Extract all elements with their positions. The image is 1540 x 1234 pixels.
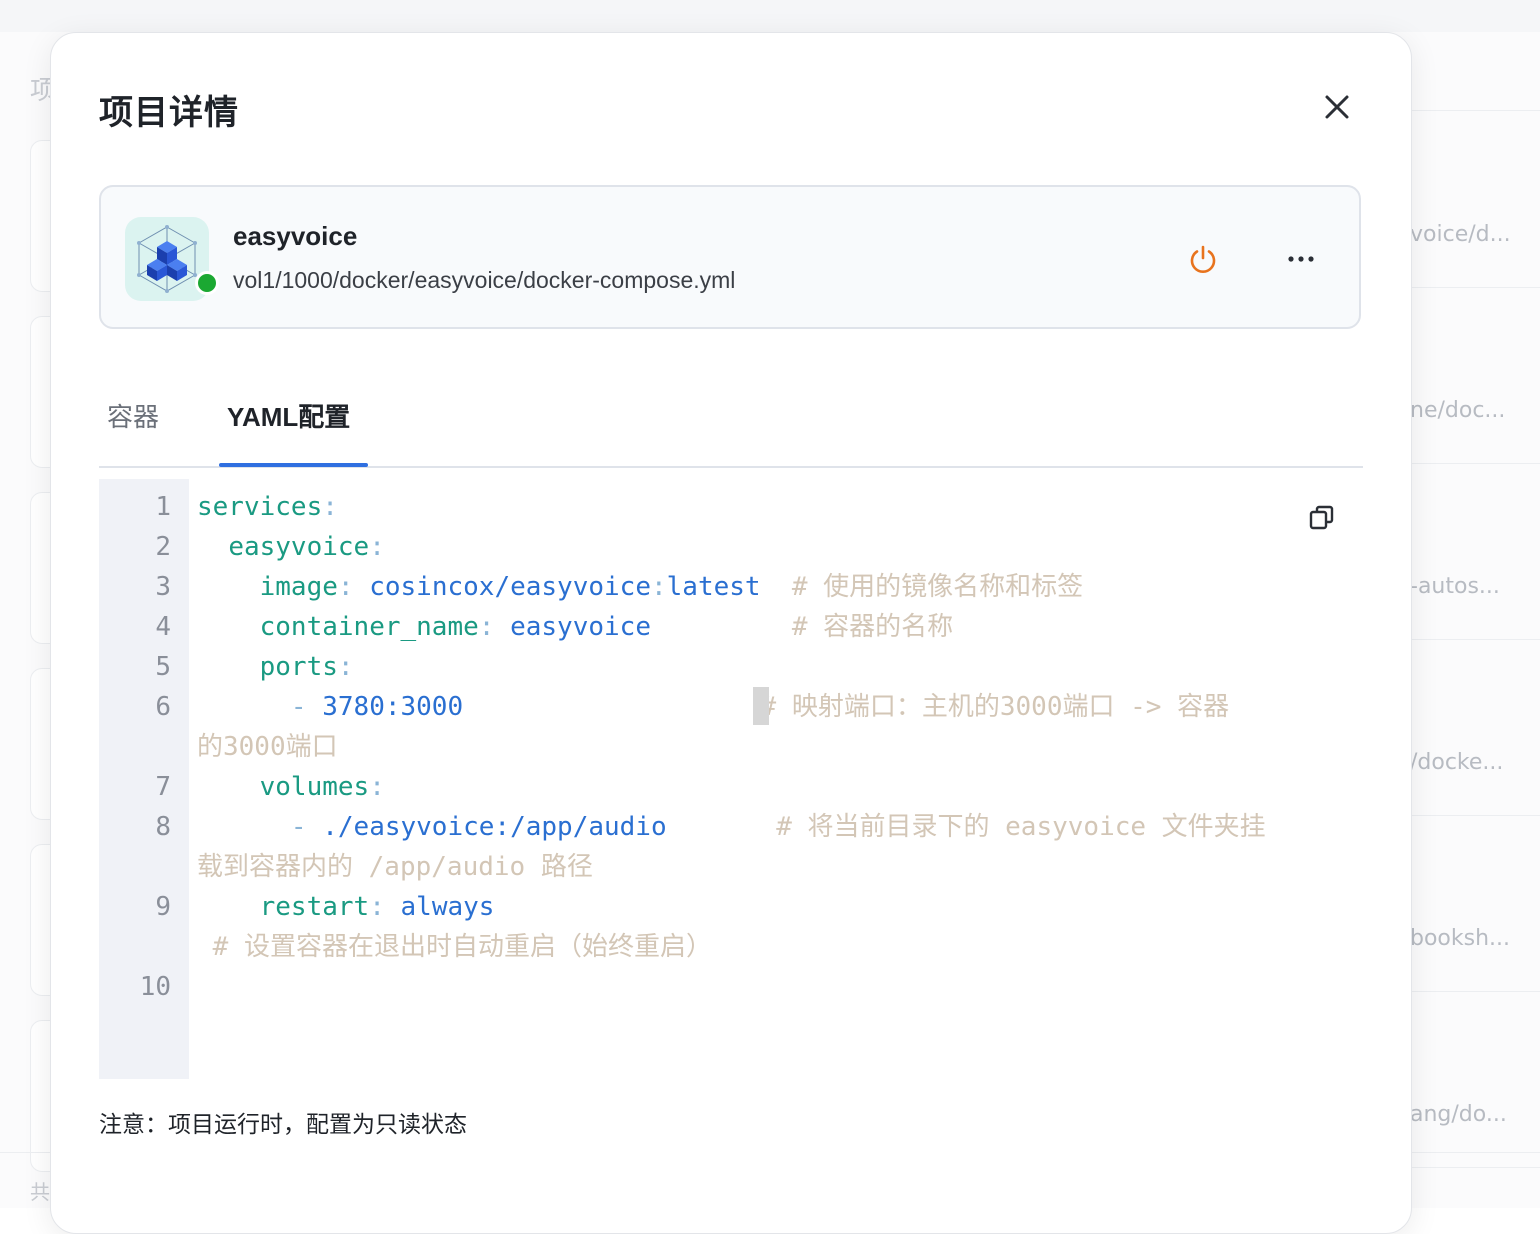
background-footer-text: 共: [30, 1180, 50, 1204]
yaml-comment: # 将当前目录下的 easyvoice 文件夹挂: [776, 812, 1266, 842]
top-bar: [0, 0, 1540, 32]
yaml-value: latest: [666, 572, 761, 602]
yaml-key: easyvoice: [228, 532, 370, 562]
status-indicator: [195, 271, 219, 295]
list-item-path: booksh...: [1410, 926, 1511, 951]
line-number: 1: [155, 492, 171, 522]
yaml-key: ports: [259, 652, 338, 682]
code-line: services:: [197, 492, 338, 522]
line-number: 3: [155, 572, 171, 602]
text-cursor: [753, 687, 769, 725]
yaml-value: cosincox/easyvoice: [369, 572, 651, 602]
modal-title: 项目详情: [99, 93, 239, 133]
yaml-key: services: [197, 492, 323, 522]
copy-icon: [1309, 505, 1334, 530]
yaml-value: 3780:3000: [322, 692, 464, 722]
yaml-comment: # 映射端口：主机的3000端口 -> 容器: [760, 692, 1230, 722]
project-details-modal: 项目详情 easyvoice vol1/1000/docker/easyvoic…: [50, 32, 1412, 1234]
code-line: volumes:: [259, 772, 385, 802]
line-number: 2: [155, 532, 171, 562]
tab-containers[interactable]: 容器: [107, 397, 159, 434]
readonly-note: 注意：项目运行时，配置为只读状态: [99, 1112, 467, 1138]
yaml-comment: # 使用的镜像名称和标签: [791, 572, 1084, 602]
yaml-comment: # 容器的名称: [791, 612, 954, 642]
yaml-comment: 载到容器内的 /app/audio 路径: [197, 852, 593, 882]
yaml-value: always: [400, 892, 495, 922]
line-number: 4: [155, 612, 171, 642]
list-item[interactable]: booksh...: [1410, 816, 1540, 992]
code-line: easyvoice:: [228, 532, 385, 562]
list-item[interactable]: /docke...: [1410, 640, 1540, 816]
project-name: easyvoice: [233, 221, 358, 251]
active-tab-indicator: [219, 463, 368, 467]
line-number: 8: [155, 812, 171, 842]
yaml-value: ./easyvoice:/app/audio: [322, 812, 667, 842]
line-number: 10: [139, 972, 171, 1002]
yaml-comment: # 设置容器在退出时自动重启（始终重启）: [212, 932, 712, 962]
yaml-dash: -: [290, 692, 307, 722]
close-icon: [1325, 95, 1349, 119]
power-icon: [1190, 245, 1216, 273]
code-line-wrap: # 设置容器在退出时自动重启（始终重启）: [197, 927, 712, 967]
list-item-path: ne/doc...: [1410, 398, 1506, 423]
list-item-path: ang/do...: [1410, 1102, 1507, 1127]
yaml-key: volumes: [259, 772, 370, 802]
code-line: restart: always: [259, 892, 495, 922]
yaml-dash: -: [290, 812, 307, 842]
list-item-path: voice/d...: [1410, 222, 1511, 247]
code-line: image: cosincox/easyvoice:latest # 使用的镜像…: [259, 572, 1084, 602]
line-number: 9: [155, 892, 171, 922]
list-item-path: /docke...: [1410, 750, 1504, 775]
line-number-gutter: 1 2 3 4 5 6 7 8 9 10: [99, 479, 189, 1079]
more-options-button[interactable]: [1285, 243, 1317, 275]
line-number: 5: [155, 652, 171, 682]
project-card: easyvoice vol1/1000/docker/easyvoice/doc…: [99, 185, 1361, 329]
code-line: ports:: [259, 652, 354, 682]
tab-yaml-config[interactable]: YAML配置: [227, 397, 350, 434]
code-line: - ./easyvoice:/app/audio # 将当前目录下的 easyv…: [197, 807, 1266, 847]
line-number: 7: [155, 772, 171, 802]
list-item[interactable]: ang/do...: [1410, 992, 1540, 1168]
yaml-comment: 的3000端口: [197, 732, 338, 762]
line-number: 6: [155, 692, 171, 722]
list-item[interactable]: -autos...: [1410, 464, 1540, 640]
background-project-list: voice/d... ne/doc... -autos... /docke...…: [1410, 56, 1540, 1208]
project-path: vol1/1000/docker/easyvoice/docker-compos…: [233, 267, 736, 293]
more-horizontal-icon: [1288, 256, 1314, 262]
code-line: - 3780:3000 # 映射端口：主机的3000端口 -> 容器: [197, 687, 1229, 727]
power-button[interactable]: [1187, 243, 1219, 275]
yaml-editor[interactable]: 1 2 3 4 5 6 7 8 9 10 services: easyvoice…: [99, 479, 1361, 1079]
list-item-path: -autos...: [1410, 574, 1500, 599]
yaml-key: container_name: [259, 612, 479, 642]
close-button[interactable]: [1321, 91, 1353, 123]
list-item[interactable]: voice/d...: [1410, 112, 1540, 288]
yaml-key: restart: [259, 892, 370, 922]
copy-button[interactable]: [1307, 503, 1337, 533]
yaml-key: image: [259, 572, 338, 602]
code-line-wrap: 的3000端口: [197, 727, 338, 767]
list-item[interactable]: ne/doc...: [1410, 288, 1540, 464]
yaml-value: easyvoice: [510, 612, 651, 642]
code-line-wrap: 载到容器内的 /app/audio 路径: [197, 847, 593, 887]
code-line: container_name: easyvoice # 容器的名称: [259, 612, 954, 642]
